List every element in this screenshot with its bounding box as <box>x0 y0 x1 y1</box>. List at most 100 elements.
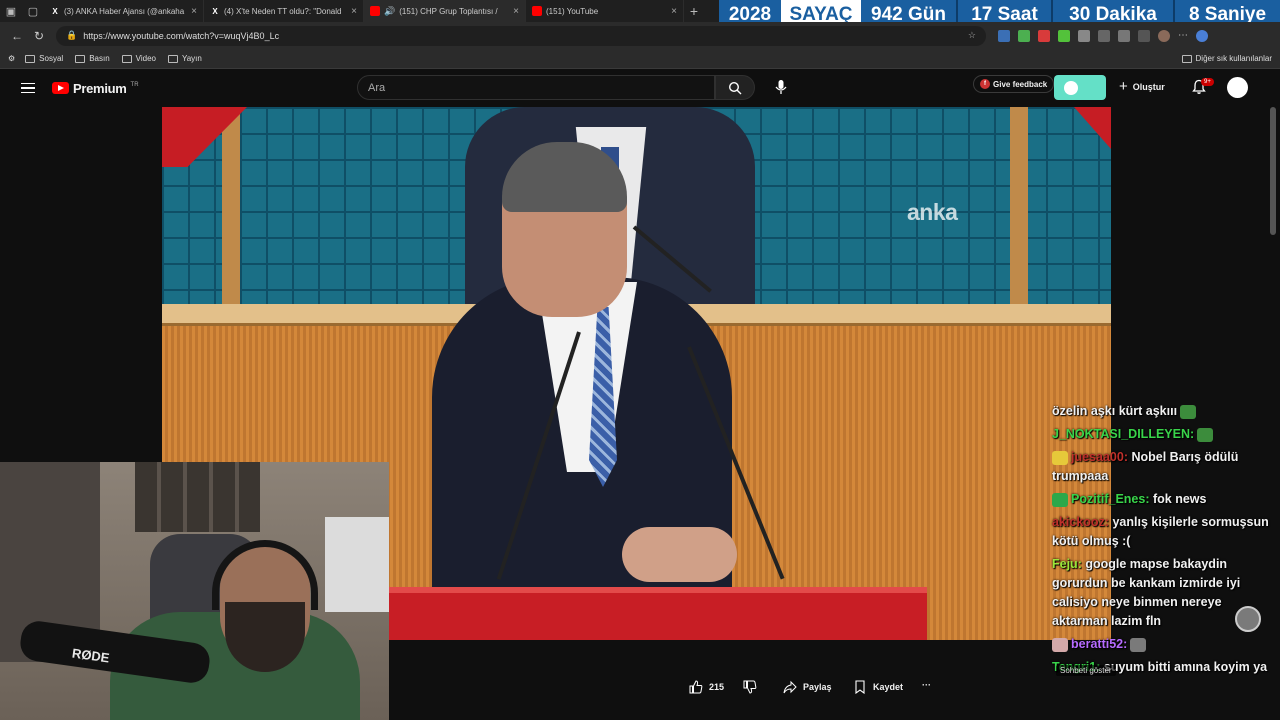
browser-tab-x-trends[interactable]: X (4) X'te Neden TT oldu?: "Donald × <box>204 0 364 22</box>
badge-icon <box>1052 492 1068 507</box>
extension-icon[interactable] <box>1078 29 1090 42</box>
badge-icon <box>1052 637 1068 652</box>
save-button[interactable]: Kaydet <box>853 680 903 694</box>
logo-region: TR <box>130 81 139 88</box>
hamburger-menu-icon[interactable] <box>21 82 35 94</box>
youtube-favicon-icon <box>370 6 380 16</box>
chat-text: suyum bitti amına koyim ya <box>1103 660 1268 674</box>
bookmark-label: Yayın <box>181 54 202 63</box>
extension-icon[interactable] <box>1138 29 1150 42</box>
red-podium <box>387 587 927 640</box>
stream-chat-overlay: özelin aşkı kürt aşkııı J_NOKTASI_DILLEY… <box>1052 402 1276 681</box>
lock-icon: 🔒 <box>66 30 78 40</box>
browser-tab-youtube[interactable]: (151) YouTube × <box>526 0 684 22</box>
extension-icon[interactable] <box>1118 29 1130 42</box>
give-feedback-button[interactable]: f Give feedback <box>973 75 1055 93</box>
tab-title: (151) CHP Grup Toplantısı / <box>399 6 498 16</box>
extension-icon[interactable] <box>1098 29 1110 42</box>
bookmark-folder-yayin[interactable]: Yayın <box>167 54 202 63</box>
thumbs-up-icon <box>689 680 703 694</box>
browser-tab-chp[interactable]: 🔊 (151) CHP Grup Toplantısı / × <box>364 0 526 22</box>
tab-title: (4) X'te Neden TT oldu?: "Donald <box>224 6 342 16</box>
chat-message: beratti52: <box>1052 635 1276 654</box>
create-button[interactable]: + Oluştur <box>1119 78 1165 95</box>
bookmark-folder-sosyal[interactable]: Sosyal <box>25 54 63 63</box>
extension-icon[interactable] <box>1038 29 1050 42</box>
create-label: Oluştur <box>1132 81 1165 92</box>
reload-icon[interactable]: ↻ <box>28 29 50 43</box>
extension-icon[interactable] <box>998 29 1010 42</box>
feedback-logo-icon: f <box>980 79 990 89</box>
like-button[interactable]: 215 <box>689 680 724 694</box>
account-avatar[interactable] <box>1227 77 1248 98</box>
x-logo-icon: X <box>52 6 58 16</box>
copilot-icon[interactable] <box>1196 29 1208 42</box>
close-tab-icon[interactable]: × <box>191 6 197 17</box>
folder-icon <box>1181 54 1192 63</box>
search-input[interactable]: Ara <box>357 75 715 100</box>
other-bookmarks[interactable]: Diğer sık kullanılanlar <box>1181 54 1272 63</box>
chat-username: juesaa00: <box>1071 450 1128 464</box>
close-tab-icon[interactable]: × <box>671 6 677 17</box>
wood-pillar <box>222 107 240 307</box>
speaker-hands <box>622 527 737 582</box>
address-bar-row: ← ↻ 🔒 https://www.youtube.com/watch?v=wu… <box>0 22 1280 49</box>
browser-tab-anka[interactable]: X (3) ANKA Haber Ajansı (@ankaha × <box>44 0 204 22</box>
more-dots: ··· <box>922 680 931 690</box>
save-label: Kaydet <box>873 682 904 692</box>
chat-text: fok news <box>1152 492 1207 506</box>
extension-toggle[interactable] <box>1054 75 1106 100</box>
url-text: https://www.youtube.com/watch?v=wuqVj4B0… <box>83 30 280 41</box>
wood-pillar <box>1010 107 1028 307</box>
emote-icon <box>1130 637 1147 652</box>
anka-watermark: anka <box>907 199 958 225</box>
plus-icon: + <box>1119 78 1128 95</box>
show-chat-tooltip[interactable]: Sohbeti göster <box>1056 665 1116 676</box>
chat-username: J_NOKTASI_DILLEYEN: <box>1052 427 1195 441</box>
url-field[interactable]: 🔒 https://www.youtube.com/watch?v=wuqVj4… <box>56 25 986 46</box>
chat-username: akickooz: <box>1052 515 1109 529</box>
voice-search-button[interactable] <box>771 78 790 97</box>
speaker-icon[interactable]: 🔊 <box>384 6 395 17</box>
badge-icon <box>1052 450 1068 465</box>
thumbs-down-icon <box>743 680 757 694</box>
bookmark-folder-video[interactable]: Video <box>121 54 156 63</box>
folder-icon <box>167 54 178 63</box>
bookmark-star-icon[interactable]: ☆ <box>968 30 976 41</box>
workspaces-icon[interactable]: ▣ <box>0 0 22 22</box>
extension-icon[interactable] <box>1058 29 1070 42</box>
bookmark-label: Sosyal <box>39 54 64 63</box>
search-icon <box>728 81 742 94</box>
folder-icon <box>121 54 132 63</box>
page-scrollbar[interactable] <box>1270 107 1276 235</box>
webcam-whiteboard <box>325 517 389 612</box>
more-actions-button[interactable]: ··· <box>922 680 931 690</box>
x-logo-icon: X <box>212 6 218 16</box>
menu-dots-icon[interactable]: ⋯ <box>1178 30 1188 42</box>
screen: ▣ ▢ X (3) ANKA Haber Ajansı (@ankaha × X… <box>0 0 1280 720</box>
profile-avatar[interactable] <box>1158 29 1170 42</box>
microphone-icon <box>775 80 786 94</box>
like-count: 215 <box>709 682 725 692</box>
back-arrow-icon[interactable]: ← <box>6 29 28 43</box>
tab-title: (151) YouTube <box>546 6 599 16</box>
chat-username: Feju: <box>1052 557 1082 571</box>
tab-title: (3) ANKA Haber Ajansı (@ankaha <box>64 6 185 16</box>
youtube-premium-logo[interactable]: Premium TR <box>52 81 139 96</box>
bookmark-settings-icon[interactable]: ⚙ <box>8 54 15 63</box>
logo-text: Premium <box>73 80 127 96</box>
bookmark-folder-basin[interactable]: Basın <box>75 54 110 63</box>
chat-username: beratti52: <box>1071 637 1128 651</box>
share-button[interactable]: Paylaş <box>783 680 832 694</box>
close-tab-icon[interactable]: × <box>513 6 519 17</box>
close-tab-icon[interactable]: × <box>351 6 357 17</box>
search-placeholder: Ara <box>368 81 386 94</box>
dislike-button[interactable] <box>743 680 757 694</box>
youtube-favicon-icon <box>532 6 542 16</box>
new-tab-button[interactable]: + <box>684 3 704 19</box>
tab-actions-icon[interactable]: ▢ <box>22 0 44 22</box>
bookmark-icon <box>855 680 865 694</box>
extension-icon[interactable] <box>1018 29 1030 42</box>
youtube-play-icon <box>52 82 69 94</box>
search-button[interactable] <box>715 75 755 100</box>
